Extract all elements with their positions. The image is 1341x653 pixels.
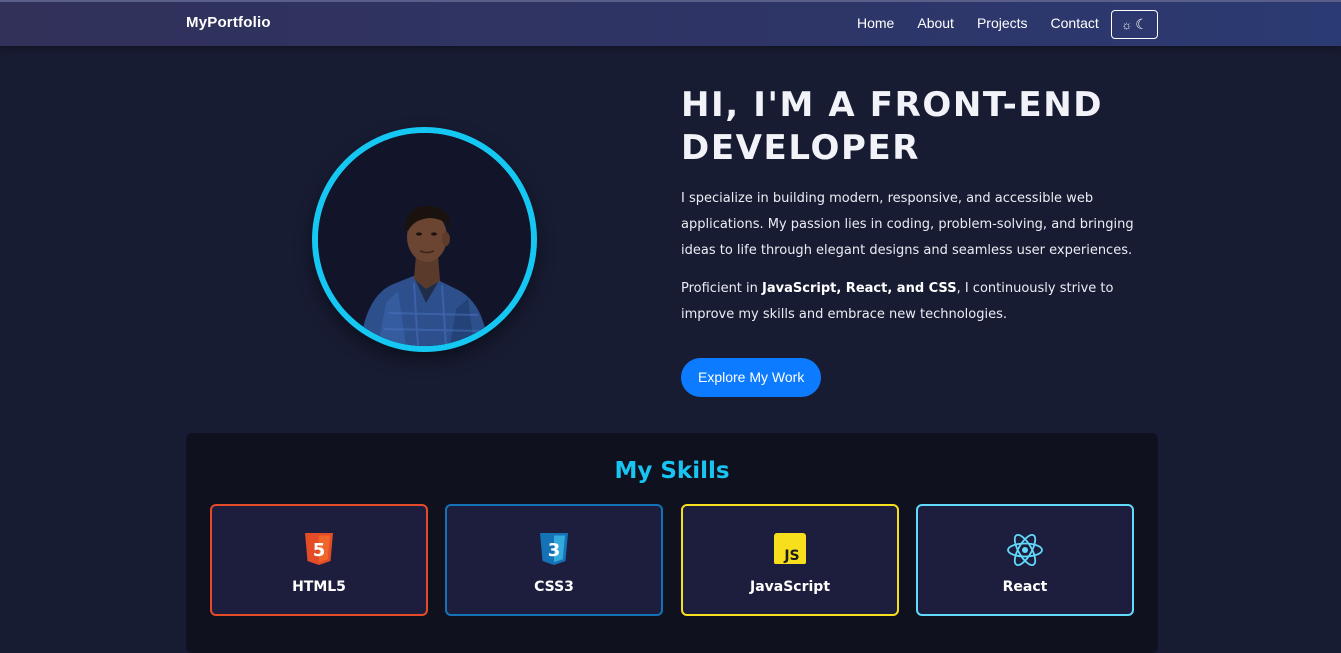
navbar: MyPortfolio Home About Projects Contact … xyxy=(0,0,1341,46)
nav-links: Home About Projects Contact xyxy=(857,15,1099,31)
javascript-glyph: JS xyxy=(783,548,799,564)
nav-link-contact[interactable]: Contact xyxy=(1051,15,1099,31)
hero-paragraph-skills: Proficient in JavaScript, React, and CSS… xyxy=(681,276,1151,328)
html5-glyph: 5 xyxy=(313,540,326,561)
moon-icon: ☾ xyxy=(1135,16,1148,32)
skill-card-javascript[interactable]: JS JavaScript xyxy=(681,504,899,616)
nav-link-home[interactable]: Home xyxy=(857,15,894,31)
profile-photo xyxy=(312,127,537,352)
html5-icon: 5 xyxy=(212,532,426,568)
hero-paragraph-bold: JavaScript, React, and CSS xyxy=(762,281,957,296)
skill-card-html5[interactable]: 5 HTML5 xyxy=(210,504,428,616)
sun-icon: ☼ xyxy=(1121,17,1133,32)
react-icon xyxy=(918,532,1132,568)
css3-glyph: 3 xyxy=(548,540,561,561)
skill-label: JavaScript xyxy=(749,579,831,595)
skills-section: My Skills 5 HTML5 3 CSS3 JS JavaScript R… xyxy=(186,433,1158,653)
hero-paragraph-prefix: Proficient in xyxy=(681,281,763,296)
skill-label: React xyxy=(1002,579,1048,595)
skill-label: HTML5 xyxy=(292,579,346,595)
brand-logo[interactable]: MyPortfolio xyxy=(186,14,271,31)
skill-label: CSS3 xyxy=(534,579,574,595)
skills-title: My Skills xyxy=(614,458,730,484)
theme-toggle-button[interactable]: ☼ ☾ xyxy=(1111,10,1158,39)
hero-title: Hi, I'm a Front-End Developer xyxy=(681,85,1104,168)
nav-link-projects[interactable]: Projects xyxy=(977,15,1028,31)
skill-card-css3[interactable]: 3 CSS3 xyxy=(445,504,663,616)
hero-paragraph-intro: I specialize in building modern, respons… xyxy=(681,191,1134,258)
explore-work-button[interactable]: Explore My Work xyxy=(681,358,822,397)
hero-section: Hi, I'm a Front-End Developer I speciali… xyxy=(681,84,1151,397)
nav-link-about[interactable]: About xyxy=(917,15,954,31)
css3-icon: 3 xyxy=(447,532,661,568)
skill-card-react[interactable]: React xyxy=(916,504,1134,616)
javascript-icon: JS xyxy=(683,532,897,568)
profile-photo-illustration xyxy=(318,133,531,346)
